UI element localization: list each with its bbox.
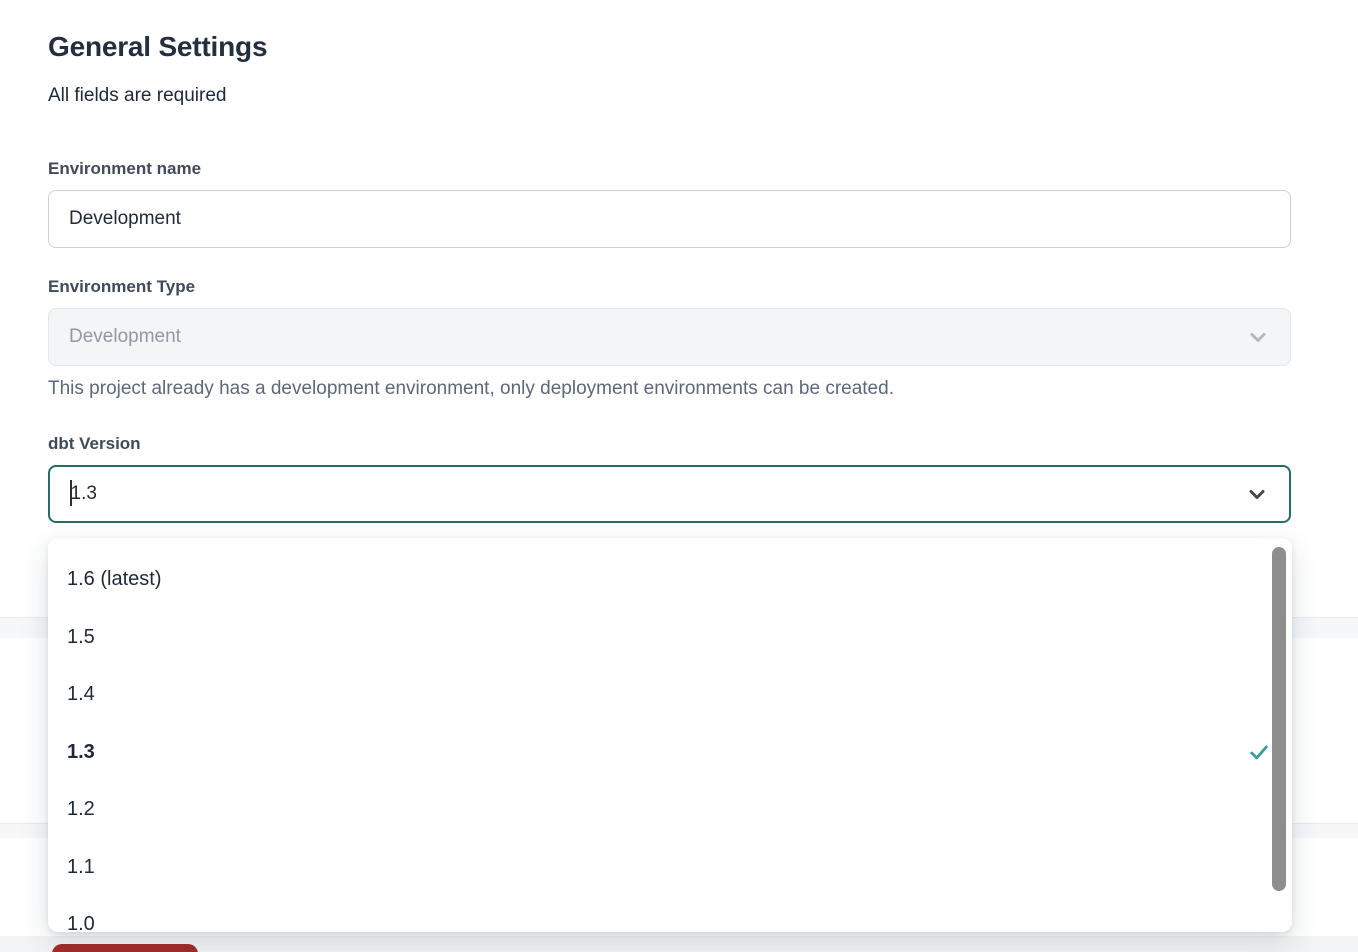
dropdown-option-1-5[interactable]: 1.5 (48, 609, 1292, 667)
dropdown-option-1-2[interactable]: 1.2 (48, 781, 1292, 839)
page-subtitle: All fields are required (48, 85, 226, 107)
dbt-version-label: dbt Version (48, 434, 141, 454)
check-icon (1248, 741, 1270, 763)
footer-strip (0, 936, 1358, 952)
environment-type-select[interactable]: Development (48, 308, 1291, 366)
environment-name-input[interactable] (48, 190, 1291, 248)
delete-button-partial[interactable] (52, 944, 198, 952)
dropdown-option-1-3-selected[interactable]: 1.3 (48, 724, 1292, 782)
chevron-down-icon (1246, 325, 1270, 349)
dropdown-option-1-6[interactable]: 1.6 (latest) (48, 551, 1292, 609)
dbt-version-dropdown: 1.6 (latest) 1.5 1.4 1.3 1.2 1.1 1.0 (48, 538, 1292, 932)
text-caret (70, 480, 72, 506)
environment-type-value: Development (69, 326, 181, 348)
page-title: General Settings (48, 31, 267, 63)
dbt-version-select[interactable]: 1.3 (48, 465, 1291, 523)
environment-type-label: Environment Type (48, 277, 195, 297)
environment-type-helper: This project already has a development e… (48, 378, 894, 400)
dropdown-option-1-0[interactable]: 1.0 (48, 896, 1292, 932)
dbt-version-value: 1.3 (71, 483, 97, 505)
dropdown-option-1-1[interactable]: 1.1 (48, 839, 1292, 897)
chevron-down-icon (1245, 482, 1269, 506)
dbt-version-option-list: 1.6 (latest) 1.5 1.4 1.3 1.2 1.1 1.0 (48, 538, 1292, 932)
dropdown-option-1-4[interactable]: 1.4 (48, 666, 1292, 724)
environment-name-label: Environment name (48, 159, 201, 179)
dropdown-scrollbar-thumb[interactable] (1272, 547, 1286, 891)
general-settings-page: General Settings All fields are required… (0, 0, 1358, 952)
